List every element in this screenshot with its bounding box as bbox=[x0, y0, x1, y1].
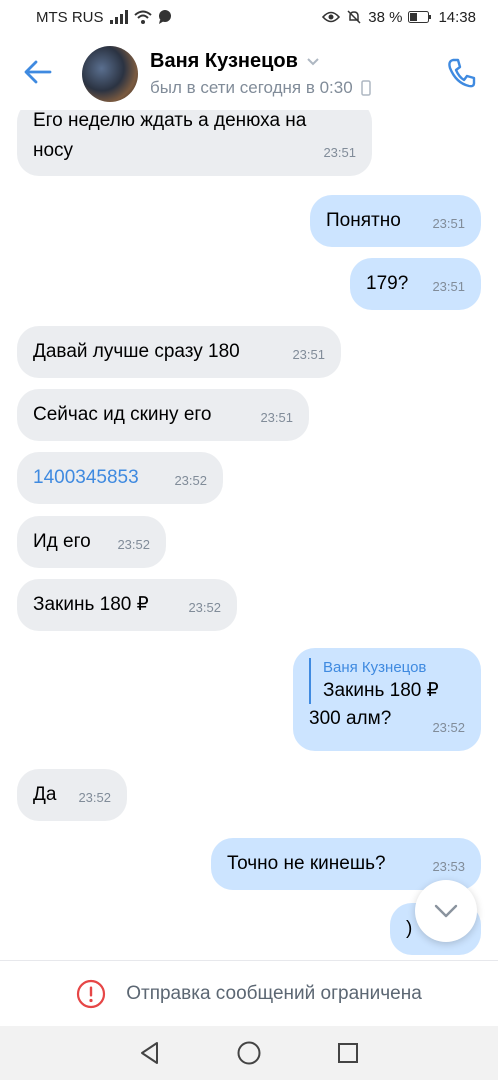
message-text: носу bbox=[33, 140, 74, 161]
message-time: 23:51 bbox=[260, 410, 293, 425]
message-link[interactable]: 1400345853 bbox=[33, 467, 139, 488]
peer-status-row: был в сети сегодня в 0:30 bbox=[150, 78, 371, 98]
nav-home-icon[interactable] bbox=[236, 1040, 262, 1066]
peer-status: был в сети сегодня в 0:30 bbox=[150, 78, 353, 97]
message-bubble[interactable]: 1400345853 23:52 bbox=[17, 452, 223, 504]
message-bubble[interactable]: Сейчас ид скину его 23:51 bbox=[17, 389, 309, 441]
mobile-phone-icon bbox=[360, 80, 371, 96]
message-text: 179? bbox=[366, 273, 409, 294]
back-arrow-icon[interactable] bbox=[22, 56, 54, 88]
nav-back-icon[interactable] bbox=[137, 1040, 163, 1066]
peer-name-row[interactable]: Ваня Кузнецов bbox=[150, 50, 320, 73]
message-text: Понятно bbox=[326, 210, 401, 231]
status-bar: MTS RUS 38 % 14:38 bbox=[0, 0, 498, 34]
mute-bell-icon bbox=[347, 10, 361, 24]
message-text: ) bbox=[406, 918, 413, 939]
battery-label: 38 % bbox=[368, 8, 403, 26]
message-time: 23:52 bbox=[188, 600, 221, 615]
message-text: Точно не кинешь? bbox=[227, 853, 386, 874]
chat-header: Ваня Кузнецов был в сети сегодня в 0:30 bbox=[0, 34, 498, 110]
message-text: Закинь 180 ₽ bbox=[33, 594, 149, 615]
chevron-down-icon bbox=[307, 57, 319, 65]
exclamation-circle-icon bbox=[77, 979, 106, 1008]
message-time: 23:52 bbox=[174, 473, 207, 488]
message-list[interactable]: Его неделю ждать а денюха на носу 23:51 … bbox=[0, 110, 498, 960]
message-time: 23:51 bbox=[432, 279, 465, 294]
message-text: Давай лучше сразу 180 bbox=[33, 341, 240, 362]
message-time: 23:52 bbox=[117, 537, 150, 552]
chevron-down-icon bbox=[434, 904, 458, 918]
phone-icon[interactable] bbox=[444, 56, 478, 90]
message-time: 23:52 bbox=[432, 720, 465, 735]
carrier-label: MTS RUS bbox=[36, 8, 104, 26]
message-bubble[interactable]: Ид его 23:52 bbox=[17, 516, 166, 568]
message-bubble[interactable]: 179? 23:51 bbox=[350, 258, 481, 310]
reply-quote[interactable]: Ваня Кузнецов Закинь 180 ₽ bbox=[309, 658, 465, 704]
message-time: 23:51 bbox=[323, 145, 356, 160]
chat-notification-icon bbox=[158, 10, 171, 24]
avatar[interactable] bbox=[82, 46, 138, 102]
nav-recents-icon[interactable] bbox=[335, 1040, 361, 1066]
signal-icon bbox=[109, 10, 128, 24]
message-bubble[interactable]: Понятно 23:51 bbox=[310, 195, 481, 247]
clock-label: 14:38 bbox=[438, 8, 476, 26]
message-text: Сейчас ид скину его bbox=[33, 404, 212, 425]
restriction-text: Отправка сообщений ограничена bbox=[126, 982, 422, 1004]
message-time: 23:52 bbox=[78, 790, 111, 805]
reply-author: Ваня Кузнецов bbox=[323, 659, 427, 676]
eye-icon bbox=[322, 11, 341, 23]
scroll-down-button[interactable] bbox=[415, 880, 477, 942]
message-time: 23:51 bbox=[292, 347, 325, 362]
message-text: Да bbox=[33, 784, 57, 805]
wifi-icon bbox=[133, 10, 152, 24]
message-time: 23:53 bbox=[432, 859, 465, 874]
message-text: Ид его bbox=[33, 531, 91, 552]
message-bubble[interactable]: Ваня Кузнецов Закинь 180 ₽ 300 алм? 23:5… bbox=[293, 648, 481, 751]
peer-name: Ваня Кузнецов bbox=[150, 50, 298, 72]
message-bubble[interactable]: Давай лучше сразу 180 23:51 bbox=[17, 326, 341, 378]
message-bubble[interactable]: Да 23:52 bbox=[17, 769, 127, 821]
reply-text: Закинь 180 ₽ bbox=[323, 680, 439, 701]
message-text: Его неделю ждать а денюха на bbox=[33, 110, 307, 131]
message-time: 23:51 bbox=[432, 216, 465, 231]
message-bubble[interactable]: Его неделю ждать а денюха на носу 23:51 bbox=[17, 110, 372, 176]
battery-icon bbox=[408, 11, 432, 23]
restriction-bar: Отправка сообщений ограничена bbox=[0, 960, 498, 1026]
system-nav-bar bbox=[0, 1026, 498, 1080]
message-bubble[interactable]: Закинь 180 ₽ 23:52 bbox=[17, 579, 237, 631]
